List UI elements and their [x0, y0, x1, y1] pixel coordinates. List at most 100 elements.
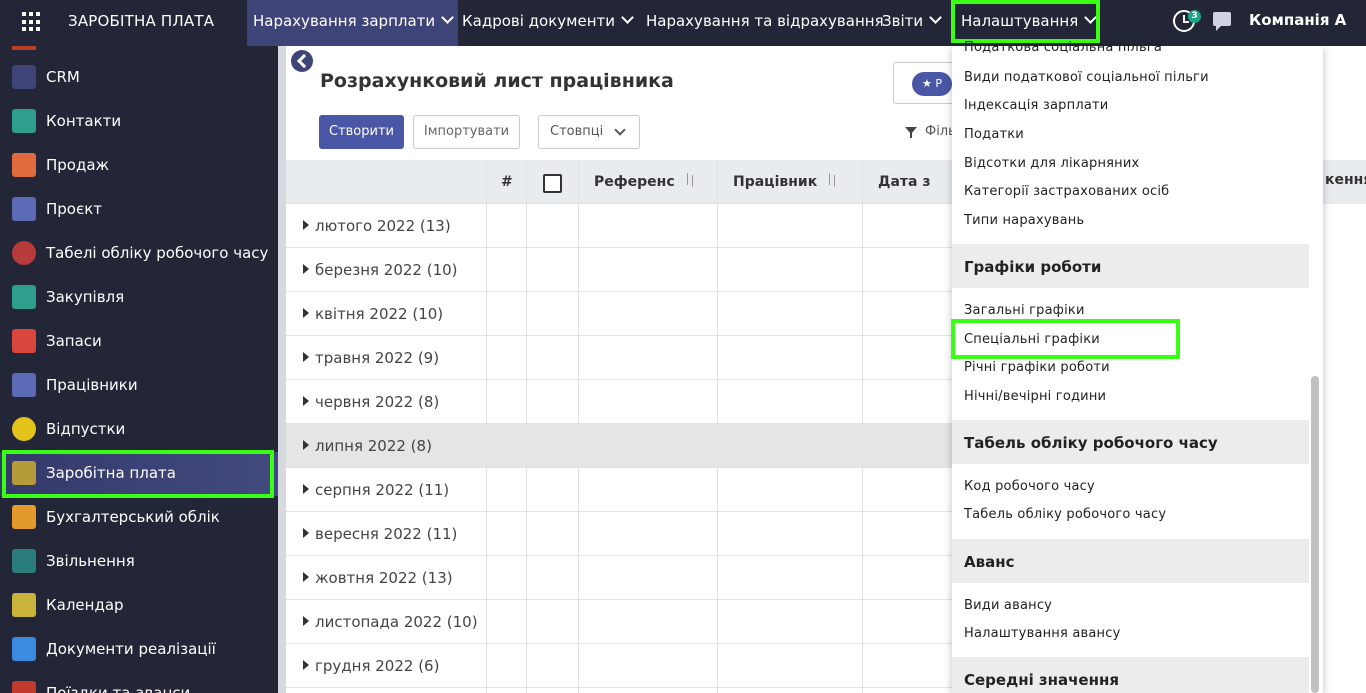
- dropdown-item[interactable]: Налаштування авансу: [964, 626, 1121, 641]
- sidebar-item-label: CRM: [46, 68, 80, 86]
- dropdown-item[interactable]: Код робочого часу: [964, 479, 1095, 494]
- sidebar-item-purchase[interactable]: Закупівля: [0, 276, 278, 320]
- sort-icon: [685, 173, 695, 187]
- group-row[interactable]: грудня 2022 (6): [286, 644, 952, 688]
- dropdown-item[interactable]: Податки: [964, 127, 1024, 142]
- section-title: Середні значення: [964, 671, 1119, 689]
- chevron-down-icon: [621, 11, 634, 24]
- header-employee[interactable]: Працівник: [733, 160, 837, 204]
- group-row[interactable]: серпня 2022 (11): [286, 468, 952, 512]
- favorite-filter-chip[interactable]: ★ Р: [912, 72, 952, 96]
- sales-documents-icon: [12, 637, 36, 661]
- dropdown-item[interactable]: Відсотки для лікарняних: [964, 156, 1139, 171]
- group-label: грудня 2022 (6): [315, 657, 440, 675]
- menu-reports[interactable]: Звіти: [876, 0, 946, 46]
- header-label: Працівник: [733, 174, 818, 190]
- group-row[interactable]: липня 2022 (8): [286, 424, 952, 468]
- sidebar-item-label: Табелі обліку робочого часу: [46, 244, 269, 262]
- dropdown-item[interactable]: Категорії застрахованих осіб: [964, 184, 1169, 199]
- menu-accruals-deductions[interactable]: Нарахування та відрахування: [640, 0, 890, 46]
- group-row[interactable]: листопада 2022 (10): [286, 600, 952, 644]
- sidebar-item-label: Заробітна плата: [46, 464, 176, 482]
- dropdown-item[interactable]: Типи нарахувань: [964, 213, 1084, 228]
- menu-label: Нарахування та відрахування: [646, 12, 884, 30]
- menu-label: Нарахування зарплати: [253, 12, 436, 30]
- dropdown-item[interactable]: Види податкової соціальної пільги: [964, 70, 1209, 85]
- filter-icon[interactable]: [905, 127, 917, 138]
- dropdown-item[interactable]: Річні графіки роботи: [964, 360, 1110, 375]
- header-partial: кення: [1325, 172, 1366, 188]
- vacation-sun-icon: [12, 417, 36, 441]
- dropdown-section-header: Аванс: [952, 539, 1309, 583]
- dropdown-item[interactable]: Податкова соціальна пільга: [964, 40, 1162, 55]
- columns-button[interactable]: Стовпці: [538, 115, 640, 149]
- dropdown-scrollbar[interactable]: [1311, 376, 1319, 693]
- caret-right-icon: [303, 660, 309, 670]
- header-reference[interactable]: Референс: [594, 160, 695, 204]
- group-row[interactable]: травня 2022 (9): [286, 336, 952, 380]
- caret-right-icon: [303, 264, 309, 274]
- sidebar-item-sales-documents[interactable]: Документи реалізації: [0, 628, 278, 672]
- sidebar-item-sales[interactable]: Продаж: [0, 144, 278, 188]
- sidebar-item-label: Звільнення: [46, 552, 135, 570]
- sidebar-item-vacations[interactable]: Відпустки: [0, 408, 278, 452]
- sidebar-partial-icon: [12, 46, 36, 50]
- dropdown-item[interactable]: Індексація зарплати: [964, 98, 1108, 113]
- chevron-down-icon: [1084, 11, 1098, 24]
- chat-icon[interactable]: [1213, 12, 1231, 31]
- caret-right-icon: [303, 440, 309, 450]
- dropdown-section-header: Табель обліку робочого часу: [952, 420, 1309, 464]
- select-all-checkbox[interactable]: [543, 174, 562, 193]
- sidebar-item-calendar[interactable]: Календар: [0, 584, 278, 628]
- section-title: Графіки роботи: [964, 258, 1102, 276]
- group-row[interactable]: березня 2022 (10): [286, 248, 952, 292]
- group-row[interactable]: жовтня 2022 (13): [286, 556, 952, 600]
- sidebar-item-label: Бухгалтерський облік: [46, 508, 220, 526]
- dropdown-item[interactable]: Нічні/вечірні години: [964, 389, 1106, 404]
- contacts-icon: [12, 109, 36, 133]
- sort-icon: [827, 173, 837, 187]
- dropdown-section-header: Середні значення: [952, 657, 1309, 693]
- sidebar-item-label: Відпустки: [46, 420, 126, 438]
- apps-grid-icon[interactable]: [22, 12, 42, 32]
- sidebar-item-timesheets[interactable]: Табелі обліку робочого часу: [0, 232, 278, 276]
- dropdown-item[interactable]: Види авансу: [964, 598, 1052, 613]
- caret-right-icon: [303, 572, 309, 582]
- sidebar-item-inventory[interactable]: Запаси: [0, 320, 278, 364]
- sidebar-item-payroll[interactable]: Заробітна плата: [0, 452, 278, 496]
- dropdown-item[interactable]: Табель обліку робочого часу: [964, 507, 1166, 522]
- dropdown-section-header: Графіки роботи: [952, 244, 1309, 288]
- menu-payroll-accruals[interactable]: Нарахування зарплати: [247, 0, 459, 46]
- caret-right-icon: [303, 396, 309, 406]
- page-title: Розрахунковий лист працівника: [320, 70, 674, 92]
- section-title: Аванс: [964, 553, 1015, 571]
- timesheet-clock-icon: [12, 241, 36, 265]
- sidebar-item-dismissal[interactable]: Звільнення: [0, 540, 278, 584]
- company-switcher[interactable]: Компанія А: [1249, 11, 1346, 29]
- menu-hr-documents[interactable]: Кадрові документи: [456, 0, 638, 46]
- dropdown-item[interactable]: Загальні графіки: [964, 303, 1085, 318]
- group-label: березня 2022 (10): [315, 261, 458, 279]
- sidebar-item-crm[interactable]: CRM: [0, 56, 278, 100]
- sidebar-item-employees[interactable]: Працівники: [0, 364, 278, 408]
- collapse-sidebar-icon[interactable]: [291, 50, 313, 72]
- app-title: ЗАРОБІТНА ПЛАТА: [68, 12, 215, 30]
- purchase-card-icon: [12, 285, 36, 309]
- sidebar-item-contacts[interactable]: Контакти: [0, 100, 278, 144]
- create-button[interactable]: Створити: [319, 115, 404, 149]
- import-button[interactable]: Імпортувати: [413, 115, 520, 149]
- group-label: листопада 2022 (10): [315, 613, 478, 631]
- sidebar-item-trips[interactable]: Поїздки та аванси: [0, 672, 278, 693]
- sidebar-item-label: Закупівля: [46, 288, 125, 306]
- group-row[interactable]: квітня 2022 (10): [286, 292, 952, 336]
- chevron-down-icon: [441, 11, 455, 24]
- sales-chart-icon: [12, 153, 36, 177]
- group-row[interactable]: лютого 2022 (13): [286, 204, 952, 248]
- sidebar-item-accounting[interactable]: Бухгалтерський облік: [0, 496, 278, 540]
- payroll-icon: [12, 461, 36, 485]
- header-date-from[interactable]: Дата з: [878, 160, 931, 204]
- group-row[interactable]: червня 2022 (8): [286, 380, 952, 424]
- dropdown-item-special-schedules[interactable]: Спеціальні графіки: [964, 332, 1100, 347]
- sidebar-item-project[interactable]: Проєкт: [0, 188, 278, 232]
- group-row[interactable]: вересня 2022 (11): [286, 512, 952, 556]
